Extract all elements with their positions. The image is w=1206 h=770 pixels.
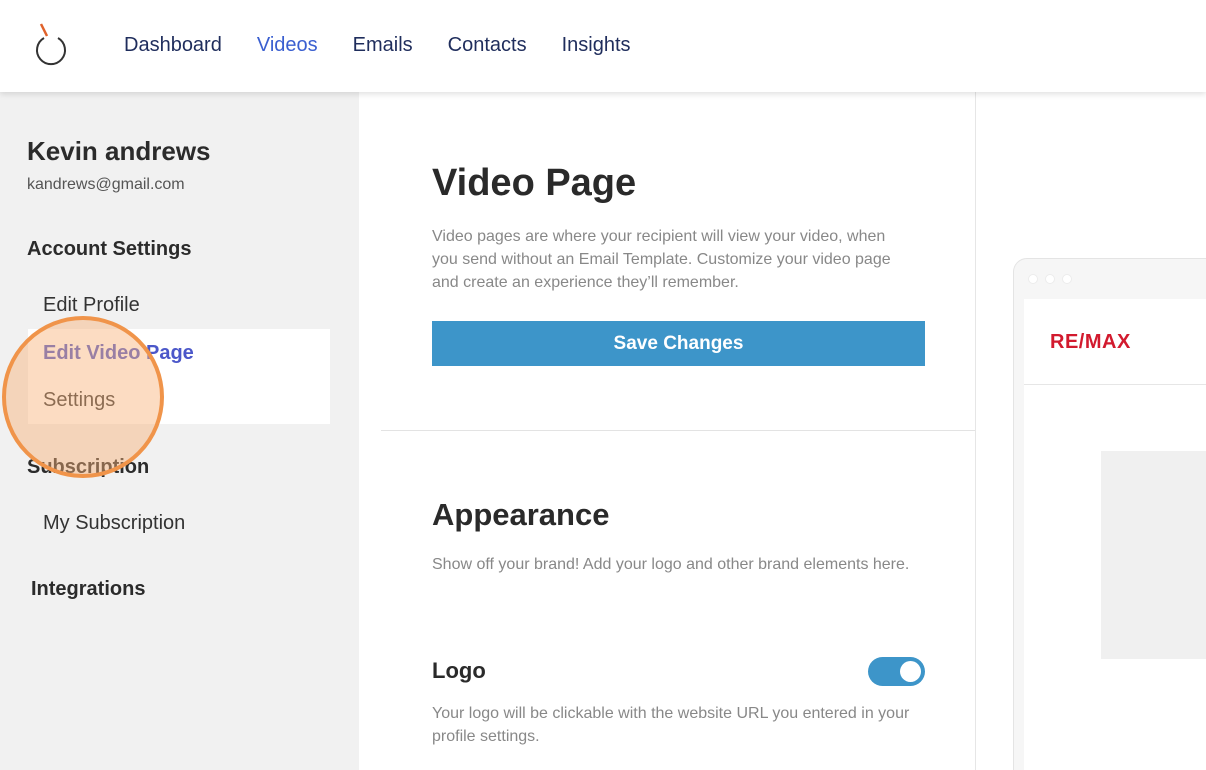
user-email: kandrews@gmail.com [27,176,185,193]
section-divider [381,430,976,431]
video-page-preview: RE/MAX [1013,258,1206,770]
click-highlight-circle [2,316,164,478]
video-page-editor: Video Page Video pages are where your re… [359,92,976,770]
window-dot-icon [1045,274,1055,284]
user-name: Kevin andrews [27,136,211,166]
appearance-description: Show off your brand! Add your logo and o… [432,556,910,573]
appearance-heading: Appearance [432,497,610,532]
nav-contacts[interactable]: Contacts [448,34,527,57]
nav-dashboard[interactable]: Dashboard [124,34,222,57]
logo-heading: Logo [432,658,486,683]
window-dot-icon [1062,274,1072,284]
logo-description: Your logo will be clickable with the web… [432,705,910,745]
preview-header: RE/MAX [1024,299,1206,385]
sidebar-item-integrations[interactable]: Integrations [31,578,145,601]
nav-emails[interactable]: Emails [353,34,413,57]
account-settings-heading: Account Settings [27,238,192,260]
preview-video-placeholder [1101,451,1206,659]
panel-divider [975,92,976,770]
page-description: Video pages are where your recipient wil… [432,228,891,291]
brand-logo: RE/MAX [1050,331,1131,353]
nav-videos[interactable]: Videos [257,34,318,57]
sidebar-item-edit-profile[interactable]: Edit Profile [43,294,140,317]
top-nav-bar: Dashboard Videos Emails Contacts Insight… [0,0,1206,92]
main-nav: Dashboard Videos Emails Contacts Insight… [124,34,666,57]
nav-insights[interactable]: Insights [562,34,631,57]
logo-toggle[interactable] [868,657,925,686]
preview-page: RE/MAX [1024,299,1206,770]
window-dots [1028,274,1072,284]
toggle-knob [900,661,921,682]
sidebar-item-my-subscription[interactable]: My Subscription [43,512,185,535]
save-changes-button[interactable]: Save Changes [432,321,925,366]
app-logo-icon[interactable] [32,22,72,66]
page-title: Video Page [432,162,637,204]
window-dot-icon [1028,274,1038,284]
